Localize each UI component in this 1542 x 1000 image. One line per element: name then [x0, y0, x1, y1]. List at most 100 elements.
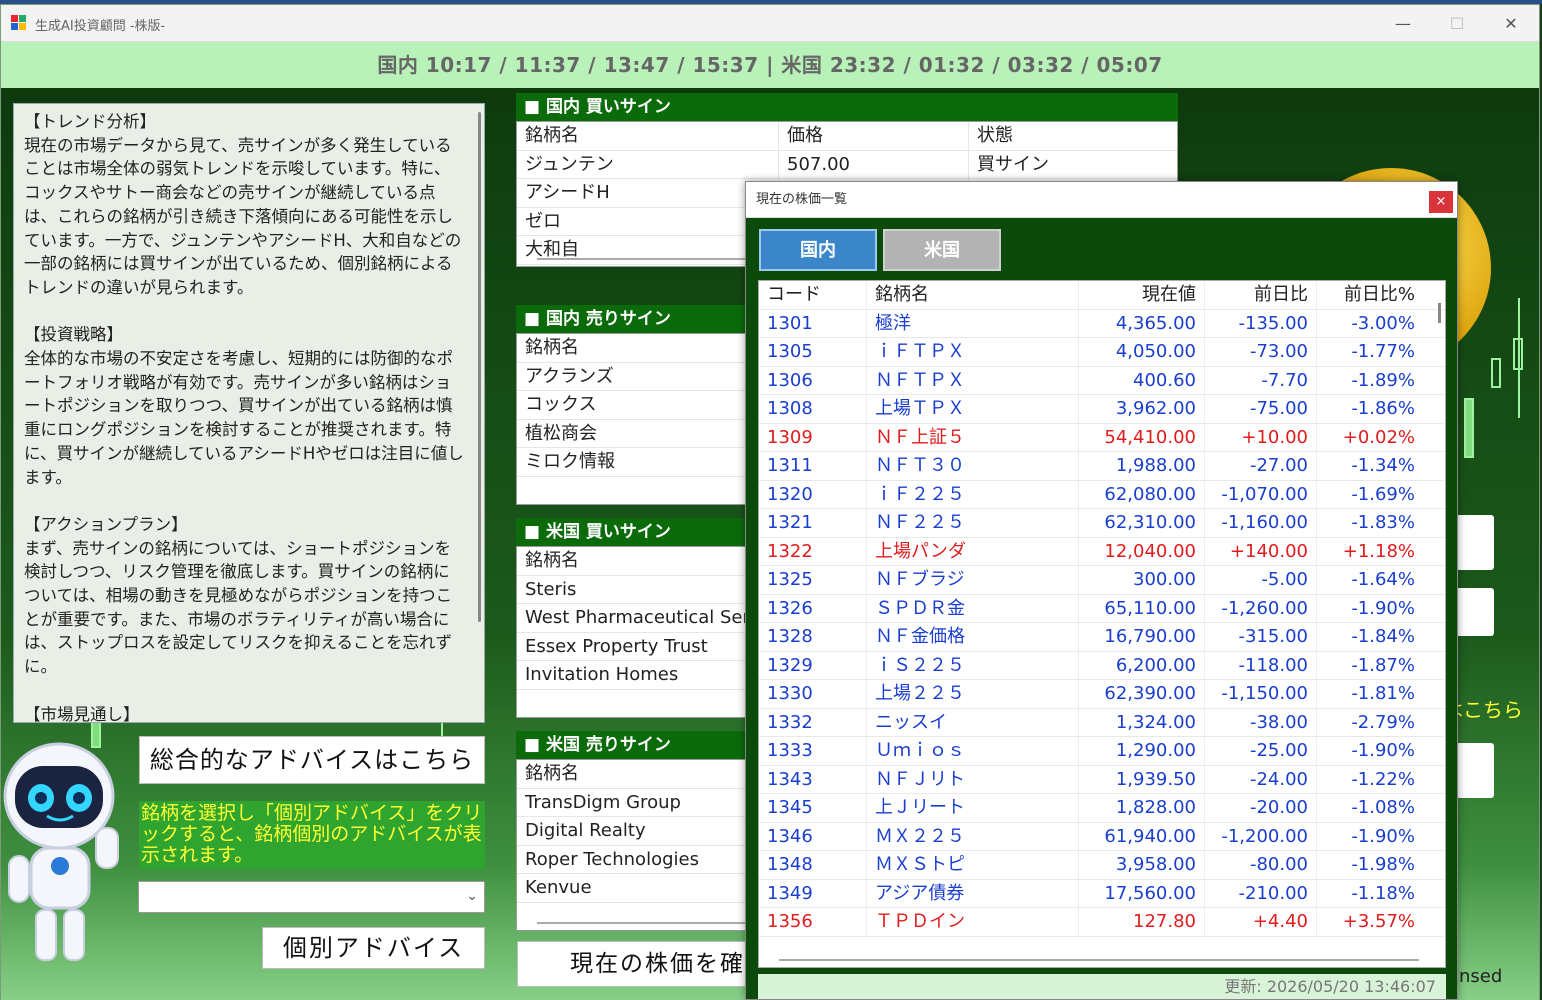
side-fragment-text2: nsed	[1459, 966, 1503, 987]
cell-name: West Pharmaceutical Services	[517, 604, 779, 632]
cell-change: -315.00	[1205, 623, 1317, 651]
cell-price: 1,828.00	[1079, 794, 1205, 822]
cell-change: -118.00	[1205, 651, 1317, 679]
cell-price: 6,200.00	[1079, 651, 1205, 679]
side-box[interactable]	[1456, 515, 1494, 570]
cell-code: 1328	[759, 623, 867, 651]
table-row[interactable]: 1343 ＮＦＪリト 1,939.50 -24.00 -1.22%	[759, 765, 1445, 794]
cell-price: 1,939.50	[1079, 765, 1205, 793]
cell-change-pct: -1.86%	[1351, 398, 1415, 419]
dialog-body: 国内 米国 コード 銘柄名 現在値 前日比 前日比% 1301 極洋 4,365.0…	[746, 218, 1457, 999]
col-price-header[interactable]: 現在値	[1079, 281, 1205, 309]
cell-change: -20.00	[1205, 794, 1317, 822]
cell-name: 上場２２５	[867, 680, 1079, 708]
table-row[interactable]: 1308 上場ＴＰＸ 3,962.00 -75.00 -1.86%	[759, 395, 1445, 424]
cell-change-pct: -1.69%	[1351, 483, 1415, 505]
minimize-button[interactable]: —	[1375, 5, 1431, 42]
table-row[interactable]: 1349 アジア債券 17,560.00 -210.00 -1.18%	[759, 879, 1445, 908]
cell-name: ＭＸＳトピ	[867, 851, 1079, 879]
check-price-button[interactable]: 現在の株価を確認	[517, 941, 779, 987]
table-row[interactable]: ジュンテン 507.00 買サイン	[517, 150, 1177, 179]
cell-code: 1326	[759, 594, 867, 622]
cell-change: -1,070.00	[1205, 480, 1317, 508]
table-row[interactable]: 1348 ＭＸＳトピ 3,958.00 -80.00 -1.98%	[759, 851, 1445, 880]
table-row[interactable]: 1321 ＮＦ２２５ 62,310.00 -1,160.00 -1.83%	[759, 509, 1445, 538]
cell-change: -73.00	[1205, 338, 1317, 366]
cell-name: ＮＦ金価格	[867, 623, 1079, 651]
price-grid[interactable]: コード 銘柄名 現在値 前日比 前日比% 1301 極洋 4,365.00 -135.…	[758, 280, 1446, 968]
cell-change: -1,260.00	[1205, 594, 1317, 622]
cell-name: アシードH	[517, 179, 779, 207]
table-row[interactable]: 1320 ｉＦ２２５ 62,080.00 -1,070.00 -1.69%	[759, 480, 1445, 509]
cell-price: 1,988.00	[1079, 452, 1205, 480]
maximize-button[interactable]: ☐	[1429, 5, 1485, 42]
cell-change-pct: -3.00%	[1351, 312, 1415, 334]
col-name-header[interactable]: 銘柄名	[517, 547, 779, 575]
table-row[interactable]: 1346 ＭＸ２２５ 61,940.00 -1,200.00 -1.90%	[759, 822, 1445, 851]
table-row[interactable]: 1305 ｉＦＴＰＸ 4,050.00 -73.00 -1.77%	[759, 338, 1445, 367]
col-change-pct-header[interactable]: 前日比%	[1317, 281, 1423, 309]
cell-change-pct: +1.18%	[1342, 540, 1415, 562]
cell-name: ｉＦＴＰＸ	[867, 338, 1079, 366]
cell-name: ＮＦＴ３０	[867, 452, 1079, 480]
cell-code: 1330	[759, 680, 867, 708]
tab-us[interactable]: 米国	[883, 229, 1001, 271]
table-row[interactable]: 1309 ＮＦ上証５ 54,410.00 +10.00 +0.02%	[759, 423, 1445, 452]
table-row[interactable]: 1330 上場２２５ 62,390.00 -1,150.00 -1.81%	[759, 680, 1445, 709]
col-name-header[interactable]: 銘柄名	[517, 760, 779, 788]
table-row[interactable]: 1301 極洋 4,365.00 -135.00 -3.00%	[759, 309, 1445, 338]
cell-name: ｉＦ２２５	[867, 480, 1079, 508]
cell-name: ＮＦ２２５	[867, 509, 1079, 537]
cell-price: 400.60	[1079, 366, 1205, 394]
table-row[interactable]: 1328 ＮＦ金価格 16,790.00 -315.00 -1.84%	[759, 623, 1445, 652]
col-change-header[interactable]: 前日比	[1205, 281, 1317, 309]
close-button[interactable]: ✕	[1483, 5, 1539, 42]
table-row[interactable]: 1311 ＮＦＴ３０ 1,988.00 -27.00 -1.34%	[759, 452, 1445, 481]
col-status-header[interactable]: 状態	[969, 122, 1159, 150]
candle-deco	[1464, 398, 1474, 458]
update-status: 更新: 2026/05/20 13:46:07	[758, 974, 1446, 999]
cell-name: Invitation Homes	[517, 661, 779, 689]
cell-price: 4,365.00	[1079, 309, 1205, 337]
table-row[interactable]: 1345 上Ｊリート 1,828.00 -20.00 -1.08%	[759, 794, 1445, 823]
cell-change-pct: -1.98%	[1351, 854, 1415, 875]
advice-textbox[interactable]: 【トレンド分析】 現在の市場データから見て、売サインが多く発生していることは市場…	[13, 103, 485, 723]
overall-advice-button[interactable]: 総合的なアドバイスはこちら	[139, 736, 485, 784]
horizontal-scrollbar[interactable]	[779, 959, 1419, 961]
table-row[interactable]: 1333 Ｕｍｉｏｓ 1,290.00 -25.00 -1.90%	[759, 737, 1445, 766]
cell-change-pct: -1.90%	[1351, 597, 1415, 619]
individual-advice-button[interactable]: 個別アドバイス	[262, 927, 485, 969]
cell-name: ゼロ	[517, 207, 779, 235]
table-row[interactable]: 1329 ｉＳ２２５ 6,200.00 -118.00 -1.87%	[759, 651, 1445, 680]
table-row[interactable]: 1325 ＮＦブラジ 300.00 -5.00 -1.64%	[759, 566, 1445, 595]
vertical-scrollbar[interactable]	[1438, 303, 1441, 323]
table-row[interactable]: 1306 ＮＦＴＰＸ 400.60 -7.70 -1.89%	[759, 366, 1445, 395]
table-row[interactable]: 1356 ＴＰＤイン 127.80 +4.40 +3.57%	[759, 908, 1445, 937]
cell-code: 1306	[759, 366, 867, 394]
cell-price: 3,958.00	[1079, 851, 1205, 879]
col-name-header[interactable]: 銘柄名	[517, 334, 779, 362]
table-row[interactable]: 1326 ＳＰＤＲ金 65,110.00 -1,260.00 -1.90%	[759, 594, 1445, 623]
tab-domestic[interactable]: 国内	[759, 229, 877, 271]
stock-select[interactable]: ⌄	[138, 881, 485, 913]
table-row[interactable]: 1332 ニッスイ 1,324.00 -38.00 -2.79%	[759, 708, 1445, 737]
table-row[interactable]: 1322 上場パンダ 12,040.00 +140.00 +1.18%	[759, 537, 1445, 566]
cell-price: 1,290.00	[1079, 737, 1205, 765]
col-price-header[interactable]: 価格	[779, 122, 969, 150]
col-name-header[interactable]: 銘柄名	[517, 122, 779, 150]
cell-code: 1333	[759, 737, 867, 765]
cell-name: ミロク情報	[517, 448, 779, 476]
side-box[interactable]	[1456, 588, 1494, 636]
side-box[interactable]	[1456, 743, 1494, 798]
col-code-header[interactable]: コード	[759, 281, 867, 309]
cell-name: 極洋	[867, 309, 1079, 337]
dialog-close-button[interactable]: ×	[1429, 191, 1453, 213]
advice-scrollbar[interactable]	[478, 112, 481, 622]
cell-change: -7.70	[1205, 366, 1317, 394]
col-name-header[interactable]: 銘柄名	[867, 281, 1079, 309]
cell-change: -25.00	[1205, 737, 1317, 765]
cell-name: 上Ｊリート	[867, 794, 1079, 822]
cell-change-pct: -1.83%	[1351, 512, 1415, 533]
cell-price: 3,962.00	[1079, 395, 1205, 423]
cell-name: Steris	[517, 575, 779, 603]
